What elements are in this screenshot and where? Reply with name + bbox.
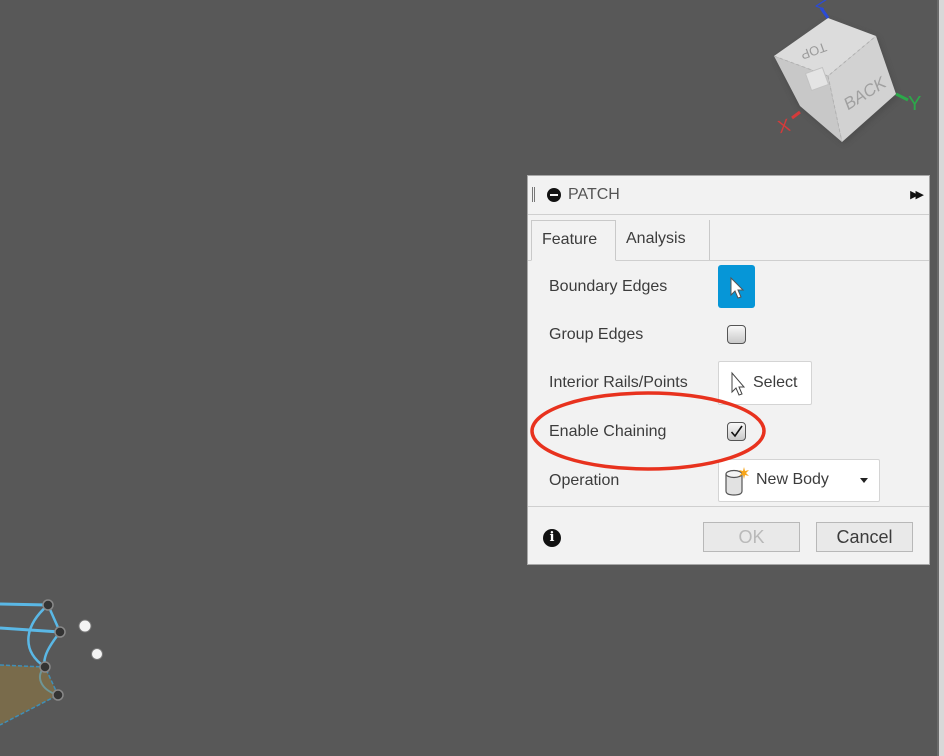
boundary-edges-label: Boundary Edges xyxy=(549,278,668,295)
drag-grip-icon[interactable] xyxy=(532,187,535,202)
cancel-button[interactable]: Cancel xyxy=(816,522,913,552)
x-axis-line xyxy=(791,110,801,120)
enable-chaining-checkbox[interactable] xyxy=(727,422,746,441)
dialog-footer: i OK Cancel xyxy=(528,506,929,565)
tab-feature[interactable]: Feature xyxy=(531,220,616,261)
patch-surface[interactable] xyxy=(0,665,58,725)
sketch-point[interactable] xyxy=(39,661,51,673)
x-axis-label: X xyxy=(776,115,793,137)
dialog-title: PATCH xyxy=(568,186,620,203)
dialog-tabs: Feature Analysis xyxy=(528,214,929,261)
patch-dialog: PATCH ▶▶ Feature Analysis Boundary Edges… xyxy=(527,175,930,565)
ok-button[interactable]: OK xyxy=(703,522,800,552)
interior-rails-select-button[interactable]: Select xyxy=(718,361,812,405)
operation-value: New Body xyxy=(756,471,829,488)
select-button-label: Select xyxy=(753,374,798,391)
control-point[interactable] xyxy=(91,648,103,660)
fast-forward-icon[interactable]: ▶▶ xyxy=(910,188,924,201)
interior-rails-label: Interior Rails/Points xyxy=(549,374,688,391)
control-point[interactable] xyxy=(78,619,92,633)
operation-label: Operation xyxy=(549,472,620,489)
checkmark-icon xyxy=(730,425,743,438)
sketch-point[interactable] xyxy=(42,599,54,611)
cursor-arrow-icon xyxy=(730,276,745,299)
sketch-geometry[interactable] xyxy=(0,585,130,756)
new-body-icon xyxy=(725,467,749,496)
chevron-down-icon xyxy=(860,478,868,483)
tab-analysis[interactable]: Analysis xyxy=(616,220,710,260)
collapse-icon[interactable] xyxy=(547,188,561,202)
dialog-header[interactable]: PATCH ▶▶ xyxy=(528,176,929,215)
group-edges-label: Group Edges xyxy=(549,326,644,343)
sketch-point[interactable] xyxy=(52,689,64,701)
enable-chaining-label: Enable Chaining xyxy=(549,423,667,440)
z-axis-label: Z xyxy=(814,0,829,14)
y-axis-line xyxy=(895,92,909,102)
sketch-curve[interactable] xyxy=(0,602,49,607)
group-edges-checkbox[interactable] xyxy=(727,325,746,344)
operation-dropdown[interactable]: New Body xyxy=(718,459,880,502)
view-cube[interactable]: TOP BACK Z Y X xyxy=(760,0,944,160)
sketch-point[interactable] xyxy=(54,626,66,638)
y-axis-label: Y xyxy=(908,93,921,115)
boundary-edges-selector[interactable] xyxy=(718,265,755,308)
info-icon[interactable]: i xyxy=(543,529,561,547)
